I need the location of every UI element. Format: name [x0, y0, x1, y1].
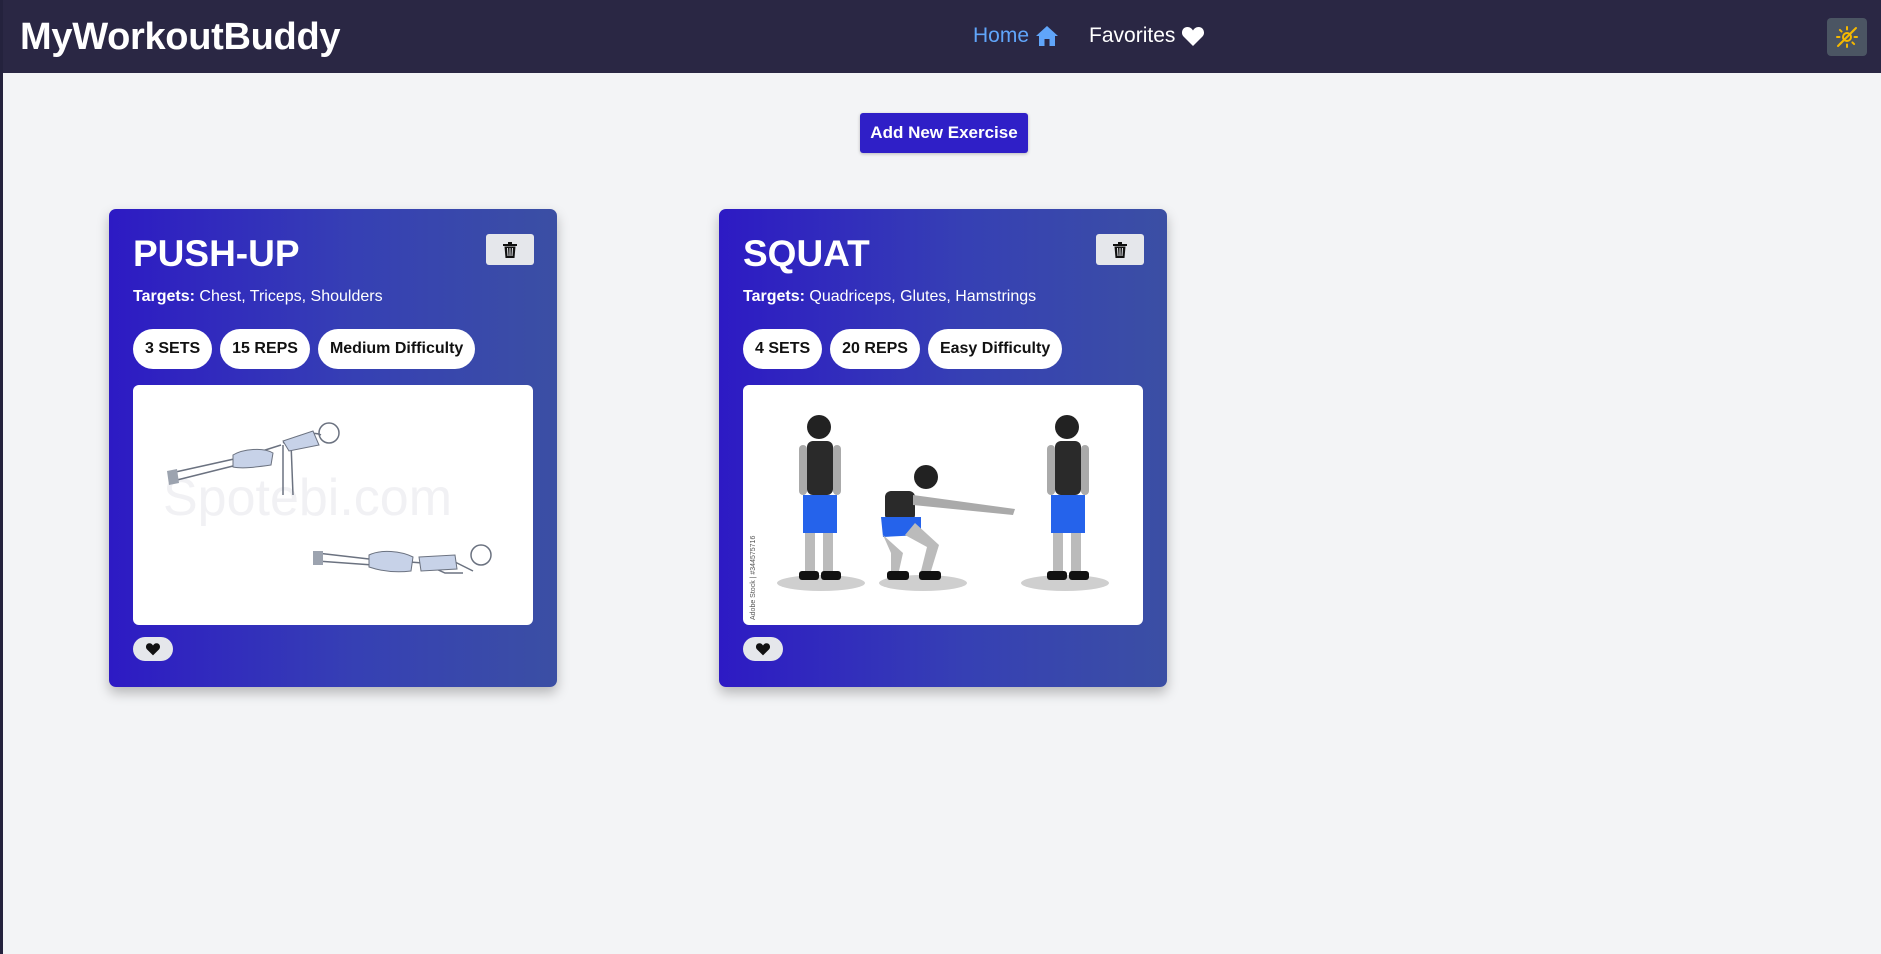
- image-watermark: Adobe Stock | #344575716: [750, 536, 757, 620]
- targets-value: Quadriceps, Glutes, Hamstrings: [809, 288, 1037, 305]
- nav-home-link[interactable]: Home: [973, 24, 1059, 48]
- nav-favorites-label: Favorites: [1089, 24, 1176, 47]
- reps-badge: 15 REPS: [220, 329, 310, 369]
- home-icon: [1036, 26, 1059, 46]
- trash-icon: [503, 241, 517, 258]
- nav-home-label: Home: [973, 24, 1030, 47]
- targets-label: Targets:: [743, 288, 805, 305]
- delete-exercise-button[interactable]: [486, 234, 534, 265]
- theme-toggle-button[interactable]: [1827, 18, 1867, 56]
- heart-icon: [755, 643, 771, 656]
- add-new-exercise-button[interactable]: Add New Exercise: [860, 113, 1028, 153]
- difficulty-badge: Easy Difficulty: [927, 329, 1063, 369]
- exercise-card: SQUAT Targets: Quadriceps, Glutes, Hamst…: [719, 209, 1167, 687]
- exercise-targets: Targets: Quadriceps, Glutes, Hamstrings: [743, 288, 1036, 306]
- squat-illustration: Adobe Stock | #344575716: [750, 415, 1109, 620]
- push-up-illustration: Spotebi.com: [163, 422, 492, 574]
- targets-value: Chest, Triceps, Shoulders: [199, 288, 383, 305]
- sun-off-icon: [1836, 26, 1858, 48]
- exercise-image: Adobe Stock | #344575716: [743, 385, 1143, 625]
- targets-label: Targets:: [133, 288, 195, 305]
- navbar: MyWorkoutBuddy Home Favorites: [3, 0, 1881, 73]
- exercise-stats: 3 SETS 15 REPS Medium Difficulty: [133, 329, 476, 369]
- favorite-button[interactable]: [133, 637, 173, 661]
- trash-icon: [1113, 241, 1127, 258]
- sets-badge: 4 SETS: [743, 329, 823, 369]
- exercise-image: Spotebi.com: [133, 385, 533, 625]
- difficulty-badge: Medium Difficulty: [317, 329, 476, 369]
- reps-badge: 20 REPS: [830, 329, 920, 369]
- nav-favorites-link[interactable]: Favorites: [1089, 24, 1205, 48]
- image-watermark: Spotebi.com: [163, 469, 452, 527]
- main-nav: Home Favorites: [973, 24, 1205, 48]
- sets-badge: 3 SETS: [133, 329, 213, 369]
- exercise-stats: 4 SETS 20 REPS Easy Difficulty: [743, 329, 1063, 369]
- favorite-button[interactable]: [743, 637, 783, 661]
- exercise-title: SQUAT: [743, 233, 870, 274]
- heart-icon: [1182, 27, 1205, 46]
- brand-logo[interactable]: MyWorkoutBuddy: [20, 16, 341, 59]
- delete-exercise-button[interactable]: [1096, 234, 1144, 265]
- exercise-card: PUSH-UP Targets: Chest, Triceps, Shoulde…: [109, 209, 557, 687]
- heart-icon: [145, 643, 161, 656]
- exercise-title: PUSH-UP: [133, 233, 300, 274]
- exercise-targets: Targets: Chest, Triceps, Shoulders: [133, 288, 383, 306]
